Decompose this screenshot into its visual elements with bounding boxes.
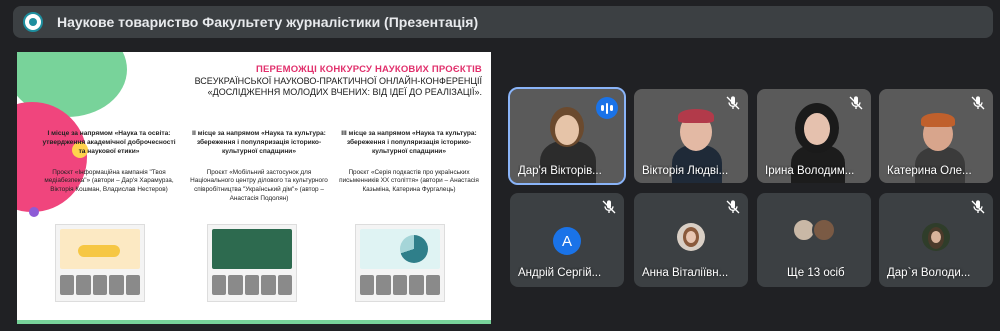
participant-tile[interactable]: Вікторія Людві... [634, 89, 748, 183]
participant-tile[interactable]: A Андрій Сергій... [510, 193, 624, 287]
participant-name: Андрій Сергій... [518, 267, 602, 279]
more-participants-label: Ще 13 осіб [787, 267, 845, 279]
winner-column: ІІІ місце за напрямом «Наука та культура… [339, 130, 479, 195]
participant-name: Дар`я Володи... [887, 267, 971, 279]
winner-description: Проєкт «Інформаційна кампанія "Твоя меді… [44, 168, 174, 193]
slide-heading: ПЕРЕМОЖЦІ КОНКУРСУ НАУКОВИХ ПРОЄКТІВ ВСЕ… [137, 64, 482, 97]
participant-name: Вікторія Людві... [642, 165, 729, 177]
slide-heading-line: «ДОСЛІДЖЕННЯ МОЛОДИХ ВЧЕНИХ: ВІД ІДЕЇ ДО… [207, 87, 482, 97]
decor-shape [29, 207, 39, 217]
avatar [677, 223, 705, 251]
project-screenshot [355, 224, 445, 302]
slide-heading-line: ВСЕУКРАЇНСЬКОЇ НАУКОВО-ПРАКТИЧНОЇ ОНЛАЙН… [194, 76, 482, 86]
project-screenshot [207, 224, 297, 302]
meeting-title: Наукове товариство Факультету журналісти… [57, 14, 479, 30]
winner-title: І місце за напрямом «Наука та освіта: ут… [42, 130, 176, 155]
winner-description: Проєкт «Серія подкастів про українських … [339, 168, 479, 193]
campaign-banner [78, 245, 120, 257]
audio-level-icon [596, 97, 618, 119]
mic-off-icon [725, 199, 741, 215]
winner-title: ІІІ місце за напрямом «Наука та культура… [341, 130, 477, 155]
avatar [922, 223, 950, 251]
mic-off-icon [725, 95, 741, 111]
participant-tile[interactable]: Дар`я Володи... [879, 193, 993, 287]
winner-title: ІІ місце за напрямом «Наука та культура:… [192, 130, 326, 155]
participant-name: Дар'я Вікторів... [518, 165, 602, 177]
meeting-title-bar: Наукове товариство Факультету журналісти… [13, 6, 993, 38]
pie-chart-icon [400, 235, 428, 263]
winner-column: ІІ місце за напрямом «Наука та культура:… [189, 130, 329, 203]
more-participants-tile[interactable]: Ще 13 осіб [757, 193, 871, 287]
mic-off-icon [601, 199, 617, 215]
winner-description: Проєкт «Мобільний застосунок для Націона… [190, 168, 328, 202]
avatar: A [553, 227, 581, 255]
slide-heading-line: ПЕРЕМОЖЦІ КОНКУРСУ НАУКОВИХ ПРОЄКТІВ [255, 64, 482, 75]
mic-off-icon [848, 95, 864, 111]
participant-name: Катерина Оле... [887, 165, 972, 177]
participant-name: Ірина Володим... [765, 165, 855, 177]
mic-off-icon [970, 199, 986, 215]
faculty-logo-icon [23, 12, 43, 32]
participant-tile[interactable]: Катерина Оле... [879, 89, 993, 183]
participant-name: Анна Віталіївн... [642, 267, 729, 279]
slide-footer-bar [17, 320, 491, 324]
participant-tile[interactable]: Анна Віталіївн... [634, 193, 748, 287]
project-screenshot [55, 224, 145, 302]
mic-off-icon [970, 95, 986, 111]
participant-tile[interactable]: Дар'я Вікторів... [508, 87, 626, 185]
avatar-stack [792, 218, 838, 242]
winner-column: І місце за напрямом «Наука та освіта: ут… [39, 130, 179, 195]
participant-tile[interactable]: Ірина Володим... [757, 89, 871, 183]
presentation-slide[interactable]: ПЕРЕМОЖЦІ КОНКУРСУ НАУКОВИХ ПРОЄКТІВ ВСЕ… [17, 52, 491, 324]
